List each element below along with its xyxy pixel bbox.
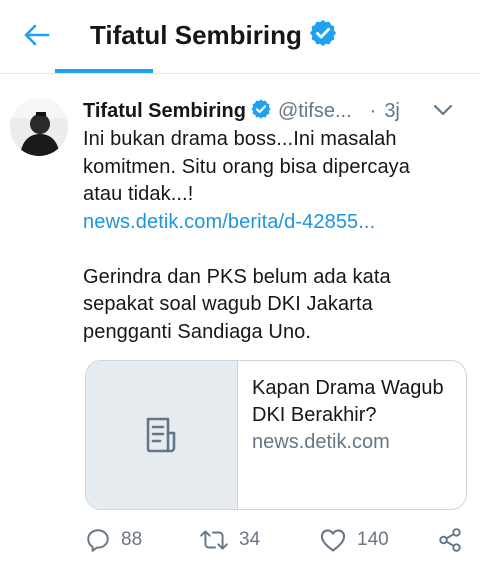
card-title-line: DKI Berakhir? xyxy=(252,404,377,426)
arrow-left-icon xyxy=(24,24,50,46)
verified-badge-icon xyxy=(250,98,272,125)
tweet-text-line: komitmen. Situ orang bisa dipercaya xyxy=(83,155,410,178)
like-button[interactable]: 140 xyxy=(319,522,389,558)
author-name[interactable]: Tifatul Sembiring xyxy=(83,100,246,123)
retweet-button[interactable]: 34 xyxy=(199,522,260,558)
reply-count: 88 xyxy=(121,529,143,550)
header-divider xyxy=(0,73,480,74)
reply-icon xyxy=(87,529,109,552)
avatar[interactable] xyxy=(10,98,68,156)
top-header: Tifatul Sembiring xyxy=(0,0,480,74)
card-title-line: Kapan Drama Wagub xyxy=(252,377,444,399)
tweet-time[interactable]: 3j xyxy=(384,100,400,123)
share-button[interactable] xyxy=(437,522,463,558)
tweet-text-line: Ini bukan drama boss...Ini masalah xyxy=(83,128,397,150)
document-icon xyxy=(146,417,175,453)
card-text: Kapan Drama Wagub DKI Berakhir? news.det… xyxy=(238,361,466,509)
retweet-count: 34 xyxy=(239,529,261,550)
tweet-actions: 88 34 140 xyxy=(83,522,473,558)
heart-icon xyxy=(320,529,346,552)
chevron-down-icon xyxy=(433,104,453,116)
tweet-text-line: atau tidak...! xyxy=(83,183,194,205)
tweet-menu-button[interactable] xyxy=(431,100,455,120)
share-icon xyxy=(439,528,461,552)
back-button[interactable] xyxy=(18,20,54,50)
retweet-icon xyxy=(200,530,228,550)
header-name: Tifatul Sembiring xyxy=(90,20,302,50)
tweet-link[interactable]: news.detik.com/berita/d-42855... xyxy=(83,209,473,237)
tweet-text: Ini bukan drama boss...Ini masalah komit… xyxy=(83,126,473,346)
tweet-text-line: sepakat soal wagub DKI Jakarta xyxy=(83,293,373,315)
separator-dot: · xyxy=(369,99,377,122)
author-handle[interactable]: @tifse... xyxy=(278,100,352,123)
card-thumbnail xyxy=(86,361,238,509)
tweet-text-line: Gerindra dan PKS belum ada kata xyxy=(83,265,391,288)
link-preview-card[interactable]: Kapan Drama Wagub DKI Berakhir? news.det… xyxy=(85,360,467,510)
tweet-text-line: pengganti Sandiaga Uno. xyxy=(83,320,312,343)
like-count: 140 xyxy=(357,529,389,550)
tweet-header: Tifatul Sembiring @tifse... · 3j xyxy=(83,96,473,126)
verified-badge-icon xyxy=(308,18,338,53)
card-domain: news.detik.com xyxy=(252,431,390,453)
header-title: Tifatul Sembiring xyxy=(90,18,338,53)
reply-button[interactable]: 88 xyxy=(85,522,142,558)
